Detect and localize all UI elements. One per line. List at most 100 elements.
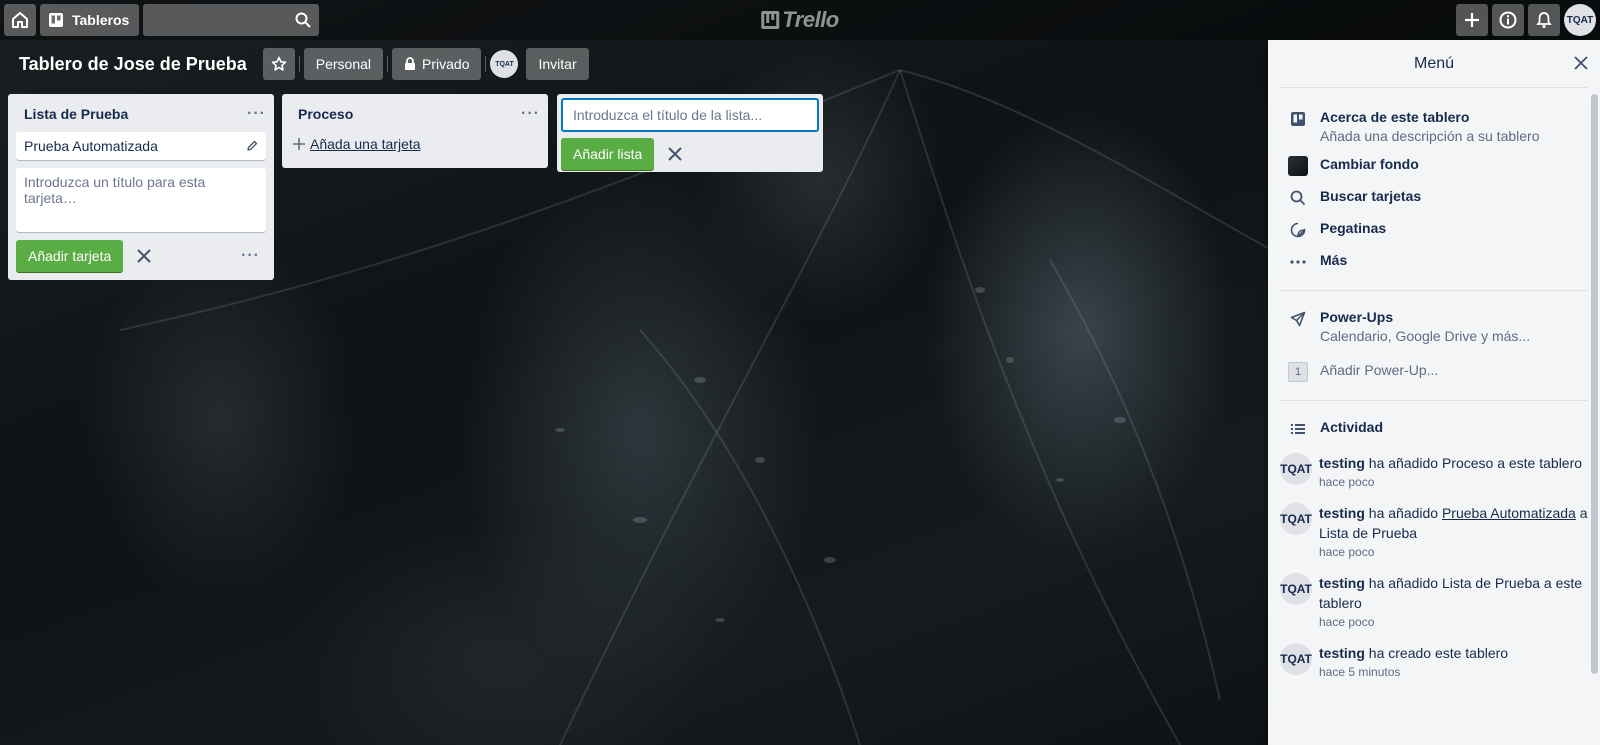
- avatar[interactable]: TQAT: [1280, 503, 1312, 535]
- menu-search-cards[interactable]: Buscar tarjetas: [1280, 182, 1588, 214]
- board-menu-sidebar: Menú Acerca de este tablero Añada una de…: [1268, 40, 1600, 745]
- header-separator: [298, 56, 300, 72]
- activity-time[interactable]: hace 5 minutos: [1319, 665, 1589, 679]
- board-icon: [1288, 109, 1308, 129]
- rocket-icon: [1288, 309, 1308, 329]
- pencil-icon[interactable]: [246, 140, 258, 152]
- stickers-label: Pegatinas: [1320, 220, 1387, 236]
- add-card-link[interactable]: Añada una tarjeta: [282, 132, 548, 160]
- activity-title: Actividad: [1320, 419, 1384, 435]
- close-icon[interactable]: [666, 145, 684, 163]
- composer-options-icon[interactable]: ···: [241, 248, 260, 264]
- activity-action: ha añadido: [1364, 505, 1442, 521]
- sidebar-content: Acerca de este tablero Añada una descrip…: [1268, 89, 1600, 745]
- header-separator: [387, 56, 389, 72]
- member-avatar[interactable]: TQAT: [490, 50, 519, 78]
- avatar[interactable]: TQAT: [1280, 453, 1312, 485]
- close-menu-icon[interactable]: [1574, 56, 1588, 73]
- activity-card-link[interactable]: Prueba Automatizada: [1442, 505, 1576, 521]
- activity-text: testing ha añadido Lista de Prueba a est…: [1319, 573, 1589, 613]
- list-header: Proceso ···: [282, 94, 548, 132]
- activity-action: ha creado este tablero: [1364, 645, 1509, 661]
- board-title[interactable]: Tablero de Jose de Prueba: [19, 54, 247, 75]
- add-powerup-label: Añadir Power-Up...: [1320, 362, 1439, 378]
- search-cards-label: Buscar tarjetas: [1320, 188, 1422, 204]
- activity-text: testing ha añadido Prueba Automatizada a…: [1319, 503, 1589, 543]
- avatar[interactable]: TQAT: [1280, 643, 1312, 675]
- top-header: Tableros Trello TQAT: [0, 0, 1600, 40]
- activity-time[interactable]: hace poco: [1319, 615, 1589, 629]
- list-title[interactable]: Proceso: [298, 106, 353, 122]
- header-separator: [485, 56, 487, 72]
- menu-power-ups[interactable]: Power-Ups Calendario, Google Drive y más…: [1280, 303, 1588, 350]
- powerups-subtitle: Calendario, Google Drive y más...: [1320, 328, 1531, 344]
- home-icon: [12, 12, 28, 28]
- plus-icon: [1465, 13, 1479, 27]
- boards-button[interactable]: Tableros: [40, 4, 140, 36]
- activity-item: TQAT testing ha añadido Proceso a este t…: [1280, 453, 1588, 489]
- card-composer-controls: Añadir tarjeta ···: [8, 240, 274, 280]
- menu-change-background[interactable]: Cambiar fondo: [1280, 150, 1588, 182]
- privacy-button[interactable]: Privado: [392, 48, 482, 80]
- activity-user[interactable]: testing: [1319, 575, 1365, 591]
- notifications-button[interactable]: [1528, 4, 1560, 36]
- change-bg-label: Cambiar fondo: [1320, 156, 1419, 172]
- powerup-count: 1: [1288, 362, 1308, 382]
- search-icon: [295, 12, 312, 28]
- card[interactable]: Prueba Automatizada: [16, 132, 266, 160]
- info-button[interactable]: [1492, 4, 1524, 36]
- create-button[interactable]: [1456, 4, 1488, 36]
- activity-item: TQAT testing ha añadido Prueba Automatiz…: [1280, 503, 1588, 559]
- activity-user[interactable]: testing: [1319, 505, 1365, 521]
- activity-item: TQAT testing ha añadido Lista de Prueba …: [1280, 573, 1588, 629]
- add-list-button[interactable]: Añadir lista: [561, 138, 655, 170]
- powerups-title: Power-Ups: [1320, 309, 1394, 325]
- background-thumbnail-icon: [1288, 156, 1308, 176]
- list-menu-icon[interactable]: ···: [247, 106, 266, 122]
- search-input[interactable]: [143, 4, 320, 36]
- powerup-count-badge: 1: [1288, 362, 1308, 382]
- add-card-button[interactable]: Añadir tarjeta: [16, 240, 124, 272]
- bell-icon: [1536, 12, 1552, 29]
- user-avatar[interactable]: TQAT: [1564, 4, 1596, 36]
- more-label: Más: [1320, 252, 1348, 268]
- list-title[interactable]: Lista de Prueba: [24, 106, 128, 122]
- activity-time[interactable]: hace poco: [1319, 475, 1589, 489]
- menu-stickers[interactable]: Pegatinas: [1280, 214, 1588, 246]
- personal-team-button[interactable]: Personal: [303, 48, 384, 80]
- card-title-composer[interactable]: Introduzca un título para esta tarjeta…: [16, 168, 266, 232]
- home-button[interactable]: [4, 4, 36, 36]
- activity-user[interactable]: testing: [1319, 645, 1365, 661]
- list-header: Lista de Prueba ···: [8, 94, 274, 132]
- star-button[interactable]: [262, 48, 295, 80]
- privacy-label: Privado: [422, 56, 470, 72]
- sticker-icon: [1288, 220, 1308, 240]
- invite-button[interactable]: Invitar: [526, 48, 589, 80]
- trello-logo-text: Trello: [782, 7, 839, 32]
- list-title-input[interactable]: [561, 98, 819, 132]
- about-subtitle: Añada una descripción a su tablero: [1320, 128, 1540, 144]
- activity-item: TQAT testing ha creado este tablero hace…: [1280, 643, 1588, 679]
- menu-add-power-up[interactable]: 1 Añadir Power-Up...: [1280, 356, 1588, 388]
- board-icon: [49, 13, 63, 27]
- board-header: Tablero de Jose de Prueba Personal Priva…: [0, 40, 597, 88]
- boards-label: Tableros: [72, 12, 130, 28]
- trello-logo[interactable]: Trello: [761, 7, 839, 33]
- activity-time[interactable]: hace poco: [1319, 545, 1589, 559]
- menu-more[interactable]: Más: [1280, 246, 1588, 278]
- info-icon: [1499, 11, 1517, 29]
- activity-text: testing ha añadido Proceso a este tabler…: [1319, 453, 1589, 473]
- add-list-composer: Añadir lista: [557, 94, 823, 172]
- sidebar-divider: [1280, 290, 1588, 291]
- menu-about-board[interactable]: Acerca de este tablero Añada una descrip…: [1280, 103, 1588, 150]
- plus-icon: [293, 138, 305, 150]
- activity-user[interactable]: testing: [1319, 455, 1365, 471]
- search-icon: [1288, 188, 1308, 208]
- card-title: Prueba Automatizada: [24, 138, 158, 154]
- activity-text: testing ha creado este tablero: [1319, 643, 1589, 663]
- close-icon[interactable]: [135, 247, 153, 265]
- avatar[interactable]: TQAT: [1280, 573, 1312, 605]
- list-menu-icon[interactable]: ···: [521, 106, 540, 122]
- add-list-controls: Añadir lista: [561, 138, 819, 170]
- more-icon: [1288, 252, 1308, 272]
